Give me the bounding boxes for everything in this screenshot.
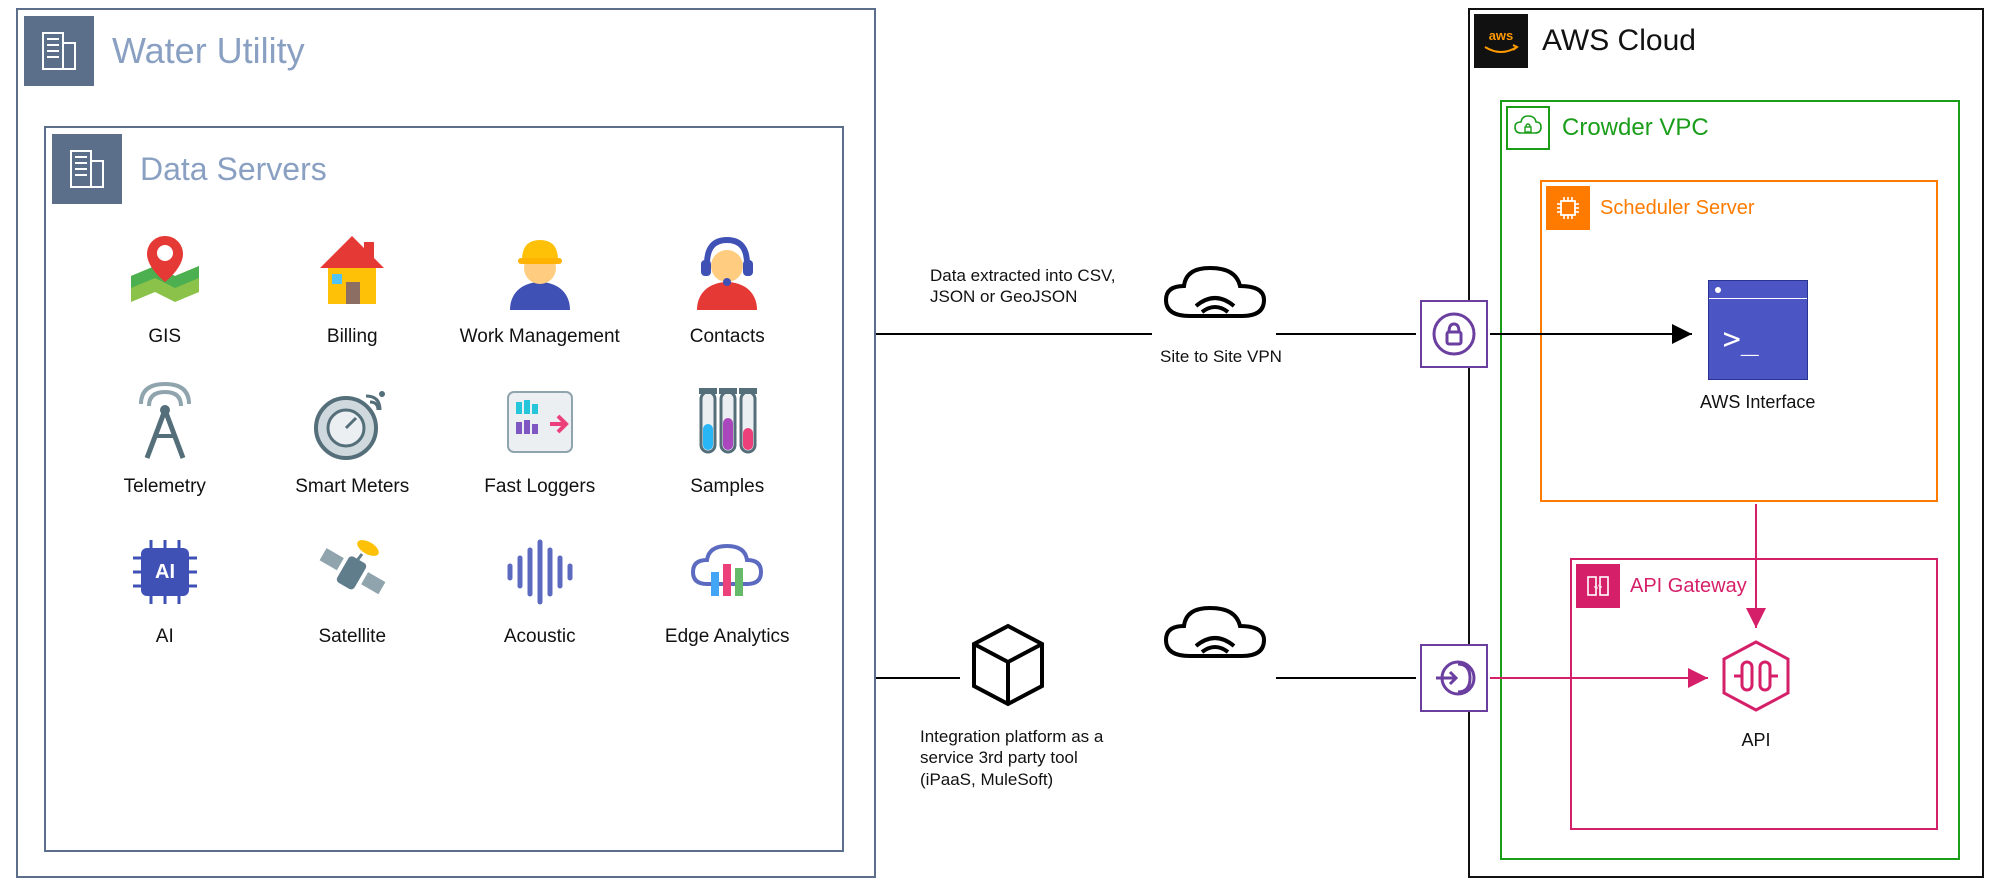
building-icon <box>24 16 94 86</box>
worker-icon <box>496 228 584 316</box>
server-item-fast-loggers: Fast Loggers <box>451 378 629 498</box>
meter-icon <box>308 378 396 466</box>
server-item-contacts: Contacts <box>639 228 817 348</box>
server-item-acoustic: Acoustic <box>451 528 629 648</box>
api-label: API <box>1741 730 1770 751</box>
server-item-label: GIS <box>148 326 181 348</box>
aws-cloud-header: aws AWS Cloud <box>1470 10 1982 68</box>
headset-person-icon <box>683 228 771 316</box>
ingress-icon <box>1420 644 1488 712</box>
server-item-edge-analytics: Edge Analytics <box>639 528 817 648</box>
water-utility-header: Water Utility <box>18 10 874 86</box>
server-item-label: Satellite <box>318 626 386 648</box>
data-servers-title: Data Servers <box>140 151 327 188</box>
building-icon <box>52 134 122 204</box>
server-item-telemetry: Telemetry <box>76 378 254 498</box>
cloud-chart-icon <box>683 528 771 616</box>
server-item-label: Contacts <box>690 326 765 348</box>
data-bars-icon <box>496 378 584 466</box>
antenna-icon <box>121 378 209 466</box>
api-gateway-header: </> API Gateway <box>1572 560 1936 608</box>
server-item-work-management: Work Management <box>451 228 629 348</box>
scheduler-header: Scheduler Server <box>1542 182 1936 230</box>
server-item-label: Billing <box>327 326 378 348</box>
api-node: API <box>1716 636 1796 751</box>
ipaas-cube-icon <box>968 620 1048 710</box>
server-item-label: Work Management <box>460 326 620 348</box>
chip-icon <box>1546 186 1590 230</box>
server-item-satellite: Satellite <box>264 528 442 648</box>
sound-wave-icon <box>496 528 584 616</box>
svg-text:AI: AI <box>155 561 175 583</box>
server-item-billing: Billing <box>264 228 442 348</box>
aws-interface-node: >_ AWS Interface <box>1700 280 1815 413</box>
cloud-vpn-icon <box>1160 260 1270 330</box>
svg-text:</>: </> <box>1594 585 1603 591</box>
server-item-label: AI <box>156 626 174 648</box>
data-servers-grid: GIS Billing <box>76 228 816 648</box>
server-item-gis: GIS <box>76 228 254 348</box>
cloud-icon <box>1160 600 1270 670</box>
vpn-gateway-icon <box>1420 300 1488 368</box>
water-utility-title: Water Utility <box>112 30 305 72</box>
terminal-window-icon: >_ <box>1708 280 1808 380</box>
api-gateway-title: API Gateway <box>1630 575 1747 598</box>
aws-logo-icon: aws <box>1474 14 1528 68</box>
test-tubes-icon <box>683 378 771 466</box>
house-icon <box>308 228 396 316</box>
extract-note: Data extracted into CSV, JSON or GeoJSON <box>930 265 1120 308</box>
server-item-label: Samples <box>690 476 764 498</box>
server-item-label: Smart Meters <box>295 476 409 498</box>
satellite-icon <box>308 528 396 616</box>
aws-interface-label: AWS Interface <box>1700 392 1815 413</box>
server-item-ai: AI AI <box>76 528 254 648</box>
ai-chip-icon: AI <box>121 528 209 616</box>
server-item-label: Edge Analytics <box>665 626 790 648</box>
server-item-smart-meters: Smart Meters <box>264 378 442 498</box>
server-item-label: Acoustic <box>504 626 576 648</box>
api-gateway-badge-icon: </> <box>1576 564 1620 608</box>
scheduler-title: Scheduler Server <box>1600 197 1755 220</box>
api-hexagon-icon <box>1716 636 1796 716</box>
server-item-samples: Samples <box>639 378 817 498</box>
data-servers-container: Data Servers GIS <box>44 126 844 852</box>
aws-cloud-title: AWS Cloud <box>1542 24 1696 58</box>
server-item-label: Telemetry <box>124 476 206 498</box>
vpn-label: Site to Site VPN <box>1156 346 1286 367</box>
ipaas-label: Integration platform as a service 3rd pa… <box>920 726 1120 790</box>
vpc-title: Crowder VPC <box>1562 114 1709 142</box>
server-item-label: Fast Loggers <box>484 476 595 498</box>
aws-logo-text: aws <box>1489 28 1514 43</box>
data-servers-header: Data Servers <box>46 128 842 204</box>
vpc-header: Crowder VPC <box>1502 102 1958 150</box>
vpc-cloud-lock-icon <box>1506 106 1550 150</box>
map-pin-icon <box>121 228 209 316</box>
